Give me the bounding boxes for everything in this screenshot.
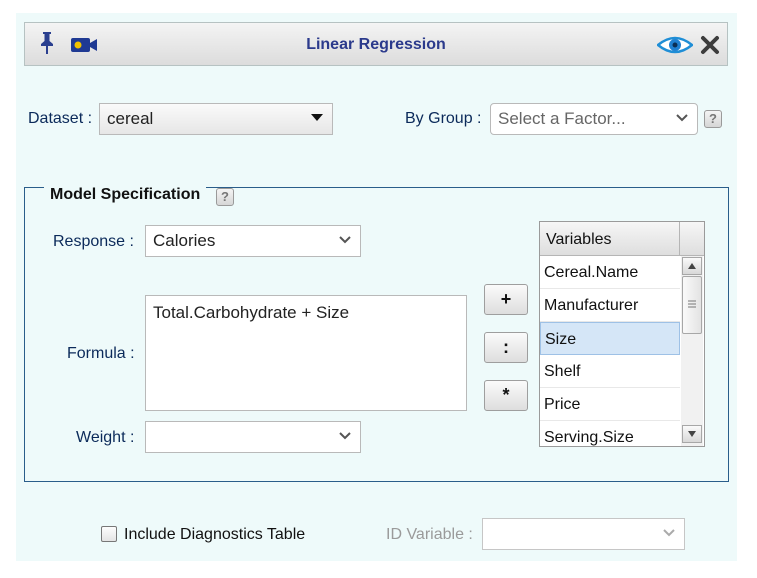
dropdown-arrow-icon [311, 114, 323, 121]
list-item[interactable]: Serving.Size [540, 421, 680, 446]
scroll-thumb[interactable] [682, 276, 702, 334]
scroll-grip-icon [688, 300, 696, 308]
response-label: Response : [53, 233, 134, 250]
video-camera-icon[interactable] [71, 38, 97, 52]
scroll-up-button[interactable] [682, 257, 702, 275]
scroll-down-arrow-icon [688, 431, 696, 437]
colon-operator-button[interactable]: : [484, 332, 528, 363]
id-variable-select[interactable] [482, 518, 685, 550]
formula-textarea[interactable]: Total.Carbohydrate + Size [145, 295, 467, 411]
chevron-down-icon [676, 114, 688, 122]
star-operator-button[interactable]: * [484, 380, 528, 411]
plus-operator-button[interactable]: + [484, 284, 528, 315]
pin-icon[interactable] [38, 31, 56, 55]
variables-header-filler [680, 222, 704, 256]
dataset-label: Dataset : [28, 110, 93, 127]
close-icon[interactable] [700, 35, 720, 55]
by-group-help-button[interactable]: ? [704, 110, 722, 128]
list-item[interactable]: Manufacturer [540, 289, 680, 322]
model-help-button[interactable]: ? [216, 188, 234, 206]
variables-scrollbar[interactable] [681, 256, 703, 446]
weight-label: Weight : [76, 429, 135, 446]
diagnostics-label[interactable]: Include Diagnostics Table [124, 526, 305, 544]
weight-select[interactable] [145, 421, 361, 453]
eye-icon[interactable] [657, 35, 693, 55]
response-value: Calories [153, 231, 216, 250]
list-item[interactable]: Price [540, 388, 680, 421]
by-group-label: By Group : [405, 110, 482, 127]
by-group-placeholder: Select a Factor... [498, 109, 626, 128]
model-specification-title: Model Specification [50, 186, 201, 203]
title-bar: Linear Regression [24, 22, 728, 66]
id-variable-label: ID Variable : [386, 526, 473, 543]
scroll-down-button[interactable] [682, 425, 702, 443]
variables-list[interactable]: Variables Cereal.Name Manufacturer Size … [539, 221, 705, 447]
list-item[interactable]: Shelf [540, 355, 680, 388]
window-title: Linear Regression [306, 36, 446, 53]
list-item-selected[interactable]: Size [540, 322, 680, 355]
response-select[interactable]: Calories [145, 225, 361, 257]
by-group-select[interactable]: Select a Factor... [490, 103, 698, 135]
chevron-down-icon [339, 432, 351, 440]
scroll-up-arrow-icon [688, 263, 696, 269]
dataset-value: cereal [107, 109, 154, 128]
dataset-select[interactable]: cereal [99, 103, 333, 135]
chevron-down-icon [339, 236, 351, 244]
diagnostics-checkbox[interactable] [101, 526, 117, 542]
variables-header[interactable]: Variables [540, 222, 680, 256]
formula-label: Formula : [67, 345, 135, 362]
model-specification-legend: Model Specification [44, 186, 207, 206]
list-item[interactable]: Cereal.Name [540, 256, 680, 289]
chevron-down-icon [663, 529, 675, 537]
